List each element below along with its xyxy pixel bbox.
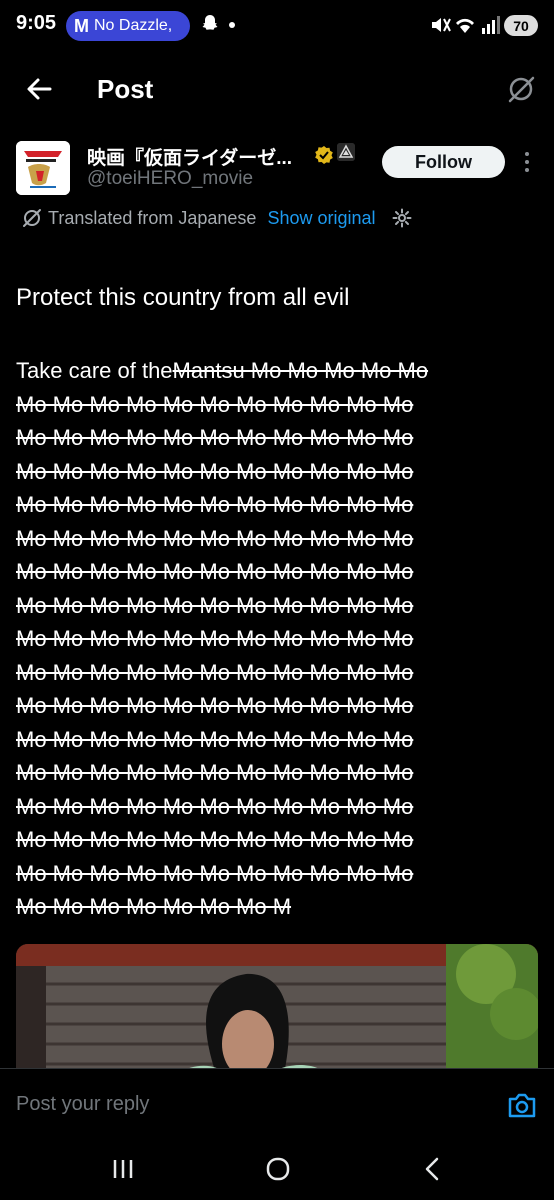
affiliate-badge-icon [337,143,355,161]
gear-icon[interactable] [392,208,412,228]
post-text-body: Take care of theMantsu Mo Mo Mo Mo Mo Mo… [16,354,546,924]
mo-line: Mo Mo Mo Mo Mo Mo Mo Mo Mo Mo Mo [16,726,414,752]
mo-line: Mo Mo Mo Mo Mo Mo Mo Mo Mo Mo Mo [16,760,414,785]
mo-line: Mo Mo Mo Mo Mo Mo Mo Mo Mo Mo Mo [16,391,414,417]
reply-input[interactable] [16,1089,456,1119]
show-original-link[interactable]: Show original [267,208,375,229]
mo-line: Mo Mo Mo Mo Mo Mo Mo Mo Mo Mo Mo [16,659,414,685]
notification-dot-icon [229,22,235,28]
avatar-logo-image [16,141,70,195]
mo-line: Mo Mo Mo Mo Mo Mo Mo Mo Mo Mo Mo [16,559,414,584]
post-text-strike: Mantsu Mo Mo Mo Mo Mo [172,358,429,383]
recents-icon[interactable] [108,1156,138,1182]
mo-line: Mo Mo Mo Mo Mo Mo Mo M [16,894,292,919]
post-media-image[interactable] [16,944,538,1074]
mo-line: Mo Mo Mo Mo Mo Mo Mo Mo Mo Mo Mo [16,592,414,618]
post-text-line1: Protect this country from all evil [16,284,350,311]
mo-line: Mo Mo Mo Mo Mo Mo Mo Mo Mo Mo Mo [16,425,414,450]
author-handle[interactable]: @toeiHERO_movie [87,168,253,190]
status-bar: 9:05 M No Dazzle, 70 [0,0,554,52]
author-display-name[interactable]: 映画『仮面ライダーゼ... [87,143,292,170]
status-icons [432,16,500,34]
notification-pill-text: No Dazzle, [94,17,173,34]
post-header: Post [0,60,554,120]
avatar[interactable] [16,141,70,195]
camera-icon[interactable] [507,1091,537,1119]
more-vertical-icon[interactable] [522,150,532,174]
back-arrow-icon[interactable] [24,74,54,104]
status-time: 9:05 [16,12,57,34]
post-text-plain: Take care of the [16,358,173,383]
grok-icon[interactable] [506,74,536,104]
back-icon[interactable] [418,1156,448,1182]
translate-icon [23,209,41,227]
media-photo [16,944,538,1074]
post-text-line2: Take care of theMantsu Mo Mo Mo Mo Mo [16,354,546,388]
mo-line: Mo Mo Mo Mo Mo Mo Mo Mo Mo Mo Mo [16,458,414,484]
home-icon[interactable] [263,1156,293,1182]
mo-line: Mo Mo Mo Mo Mo Mo Mo Mo Mo Mo Mo [16,492,414,517]
snapchat-icon [202,15,218,30]
reply-bar [0,1068,554,1138]
translation-row: Translated from Japanese Show original [22,206,412,230]
mo-line: Mo Mo Mo Mo Mo Mo Mo Mo Mo Mo Mo [16,793,414,819]
mo-line: Mo Mo Mo Mo Mo Mo Mo Mo Mo Mo Mo [16,827,414,852]
follow-button[interactable]: Follow [382,146,505,178]
verified-badge-icon [315,146,333,164]
mo-line: Mo Mo Mo Mo Mo Mo Mo Mo Mo Mo Mo [16,626,414,651]
page-title: Post [97,74,154,104]
mo-line: Mo Mo Mo Mo Mo Mo Mo Mo Mo Mo Mo [16,860,414,886]
mo-line: Mo Mo Mo Mo Mo Mo Mo Mo Mo Mo Mo [16,525,414,551]
battery-indicator: 70 [504,15,538,36]
notification-pill[interactable]: M No Dazzle, [66,11,190,41]
gmail-icon: M [74,15,89,36]
android-nav-bar [0,1138,554,1200]
mo-line: Mo Mo Mo Mo Mo Mo Mo Mo Mo Mo Mo [16,693,414,718]
translated-label: Translated from Japanese [48,207,257,228]
